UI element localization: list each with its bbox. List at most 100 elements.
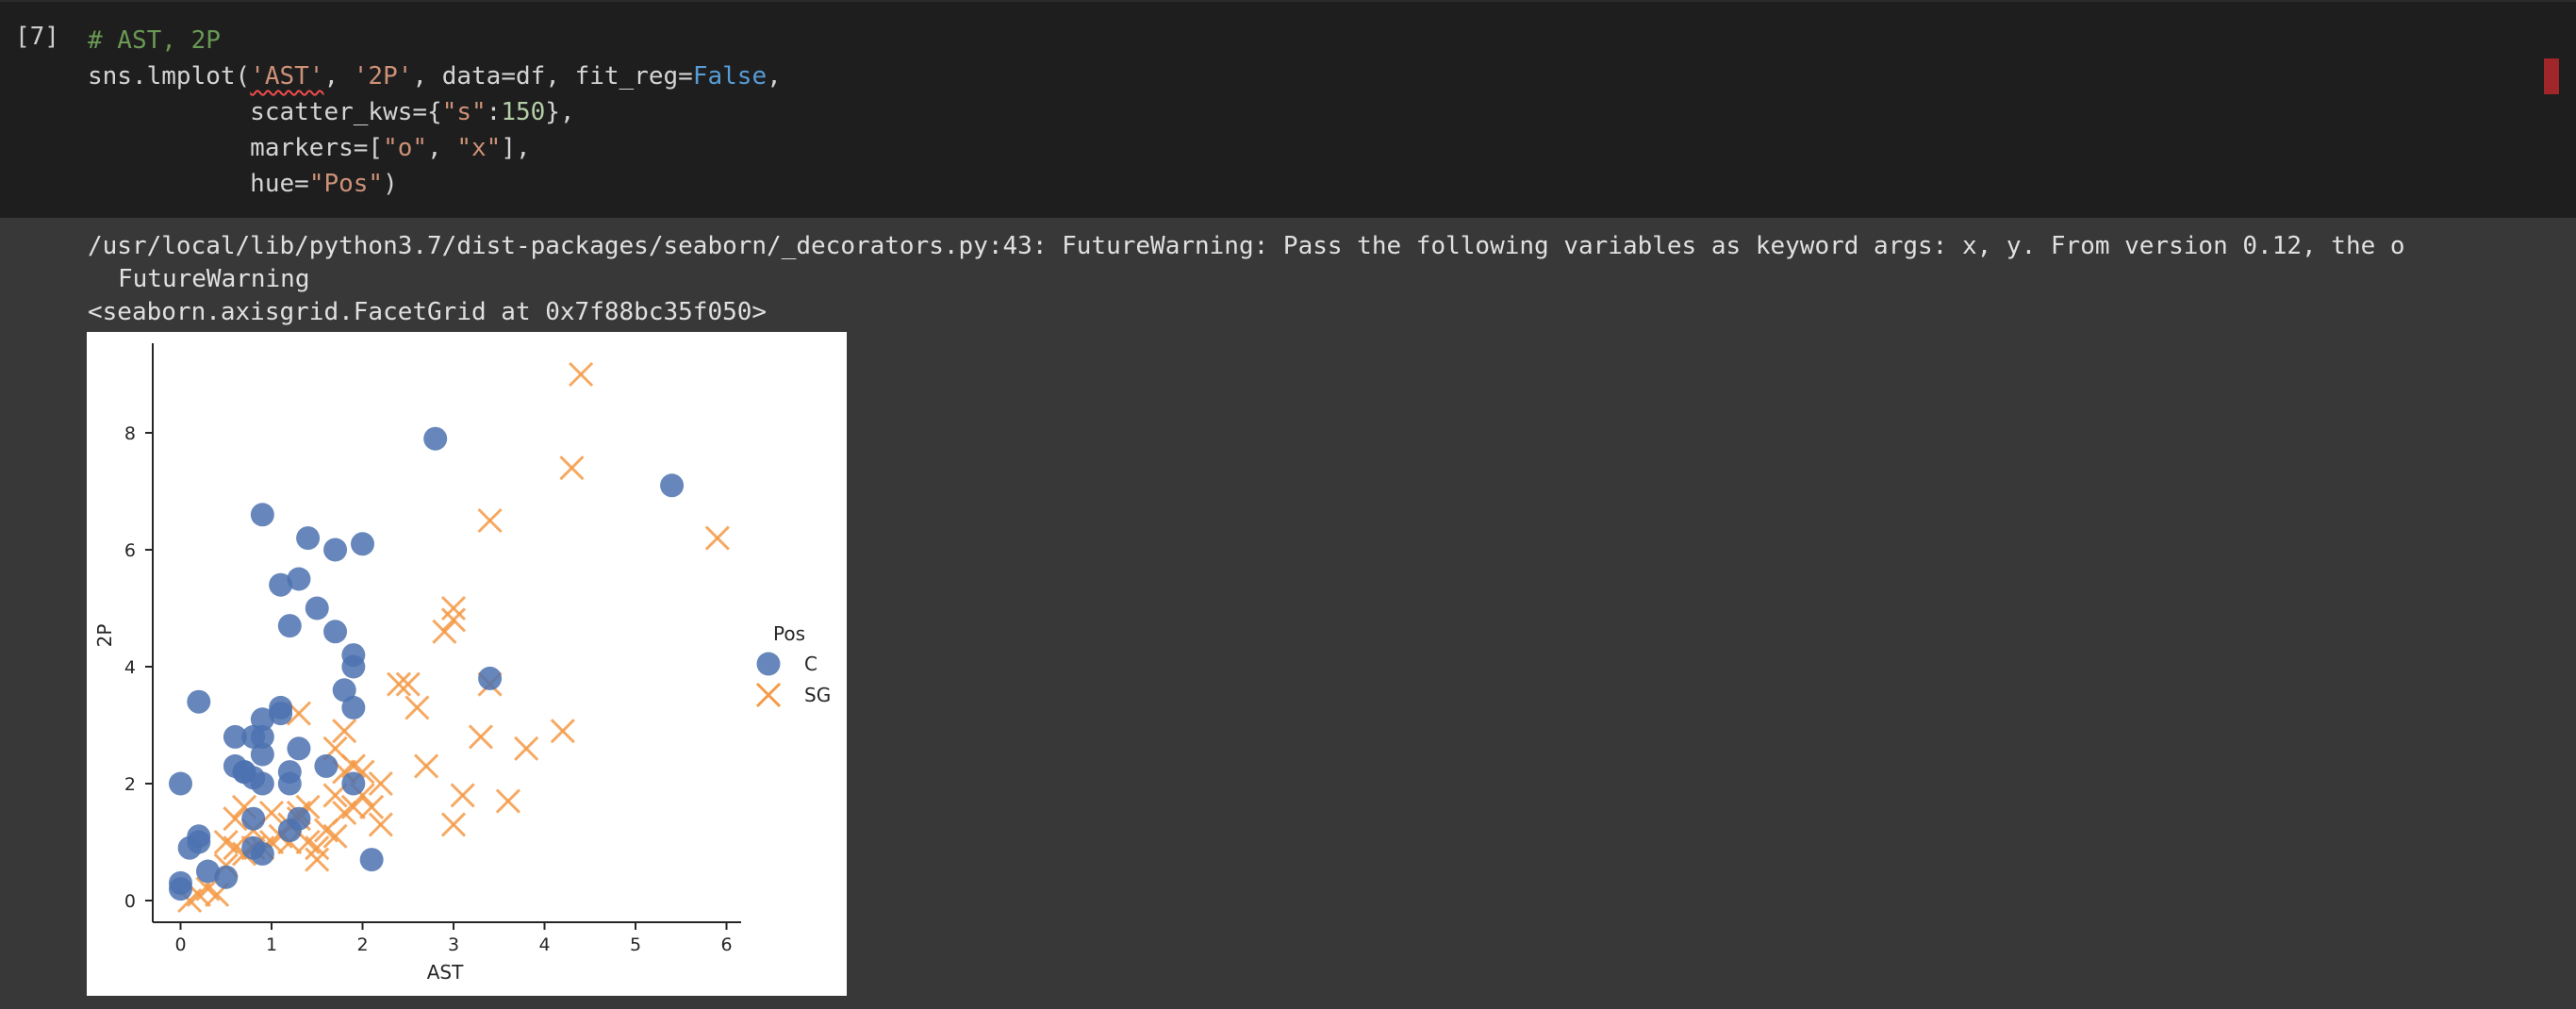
execution-count: [7] — [15, 23, 59, 51]
code-token: ], — [501, 134, 531, 162]
code-cell[interactable]: [7] # AST, 2P sns.lmplot('AST', '2P', da… — [0, 0, 2576, 218]
y-tick-label: 0 — [124, 891, 136, 912]
legend-label-c: C — [804, 653, 817, 675]
point-sg — [413, 753, 439, 779]
point-sg — [468, 724, 494, 750]
y-axis-label: 2P — [93, 624, 116, 648]
point-sg — [559, 455, 585, 481]
point-c — [323, 538, 348, 562]
x-tick-label: 0 — [174, 935, 186, 955]
code-token: "x" — [456, 134, 502, 162]
y-tick-label: 2 — [124, 774, 136, 795]
cell-output: /usr/local/lib/python3.7/dist-packages/s… — [88, 230, 2558, 329]
code-token: False — [692, 62, 768, 91]
point-c — [250, 841, 274, 866]
point-c — [277, 614, 302, 638]
x-tick-label: 4 — [538, 935, 550, 955]
point-c — [351, 532, 374, 556]
point-c — [241, 806, 266, 831]
code-token: sns.lmplot( — [88, 62, 251, 91]
point-c — [660, 473, 685, 498]
point-sg — [440, 607, 467, 633]
point-sg — [514, 736, 539, 761]
point-c — [305, 596, 329, 620]
code-token: ) — [383, 170, 398, 198]
code-token: 150 — [501, 98, 546, 126]
output-repr: <seaborn.axisgrid.FacetGrid at 0x7f88bc3… — [88, 298, 768, 326]
point-sg — [569, 361, 594, 388]
point-sg — [550, 719, 575, 744]
error-scrollbar-marker[interactable] — [2544, 58, 2559, 94]
point-c — [250, 771, 274, 796]
code-token: '2P' — [353, 62, 413, 91]
point-sg — [704, 525, 730, 551]
code-token: , — [427, 134, 457, 162]
code-line-2: sns.lmplot('AST', '2P', data=df, fit_reg… — [88, 58, 782, 94]
x-axis-label: AST — [427, 961, 464, 984]
legend-marker-c — [756, 652, 781, 676]
y-tick-label: 6 — [124, 540, 136, 561]
code-token: markers=[ — [88, 134, 384, 162]
code-token: 'AST' — [250, 62, 324, 91]
x-tick-label: 5 — [630, 935, 641, 955]
point-c — [296, 526, 321, 551]
scatter-plot: 0 1 2 3 4 5 6 0 2 4 6 8 AST 2P Pos C SG — [87, 332, 847, 996]
point-c — [277, 771, 302, 796]
point-c — [323, 620, 348, 644]
code-token: scatter_kws={ — [88, 98, 442, 126]
point-c — [341, 771, 366, 796]
point-sg — [450, 783, 475, 808]
code-token: "s" — [441, 98, 487, 126]
warning-text: /usr/local/lib/python3.7/dist-packages/s… — [88, 232, 2405, 260]
point-sg — [440, 595, 467, 621]
legend-marker-sg — [755, 682, 782, 708]
code-editor[interactable]: # AST, 2P sns.lmplot('AST', '2P', data=d… — [88, 23, 782, 202]
point-c — [187, 689, 211, 714]
code-token: "o" — [383, 134, 428, 162]
code-comment: # AST, 2P — [88, 26, 221, 55]
point-c — [341, 643, 366, 668]
point-c — [250, 503, 274, 527]
code-line-4: markers=["o", "x"], — [88, 130, 782, 166]
x-tick-label: 1 — [266, 935, 277, 955]
point-c — [187, 824, 211, 849]
point-c — [269, 702, 293, 726]
point-sg — [477, 507, 503, 534]
x-tick-label: 6 — [720, 935, 732, 955]
point-sg — [432, 619, 457, 644]
point-sg — [405, 695, 430, 720]
code-token: , data=df, fit_reg= — [412, 62, 693, 91]
point-c — [169, 870, 192, 895]
point-c — [287, 736, 311, 761]
point-c — [341, 695, 366, 720]
point-sg — [440, 812, 467, 837]
point-c — [287, 567, 311, 591]
point-c — [169, 771, 192, 796]
point-c — [214, 865, 239, 889]
legend: Pos C SG — [755, 622, 831, 708]
point-c — [478, 666, 503, 690]
code-token: }, — [545, 98, 575, 126]
y-tick-label: 4 — [124, 657, 136, 678]
legend-label-sg: SG — [804, 684, 831, 706]
point-c — [359, 848, 384, 872]
y-tick-label: 8 — [124, 423, 136, 444]
point-c — [423, 426, 448, 451]
x-tick-label: 2 — [356, 935, 368, 955]
warning-category: FutureWarning — [118, 265, 310, 293]
x-tick-label: 3 — [448, 935, 459, 955]
code-token: "Pos" — [308, 170, 384, 198]
scatter-plot-svg: 0 1 2 3 4 5 6 0 2 4 6 8 AST 2P Pos C SG — [93, 343, 831, 984]
code-line-5: hue="Pos") — [88, 166, 782, 202]
code-line-1: # AST, 2P — [88, 23, 782, 58]
point-c — [314, 753, 339, 778]
point-c — [287, 806, 311, 831]
legend-title: Pos — [773, 622, 805, 645]
code-token: , — [323, 62, 354, 91]
code-token: , — [767, 62, 782, 91]
code-token: hue= — [88, 170, 309, 198]
code-token: : — [486, 98, 502, 126]
point-sg — [495, 788, 520, 814]
data-points — [169, 361, 730, 914]
code-line-3: scatter_kws={"s":150}, — [88, 94, 782, 130]
